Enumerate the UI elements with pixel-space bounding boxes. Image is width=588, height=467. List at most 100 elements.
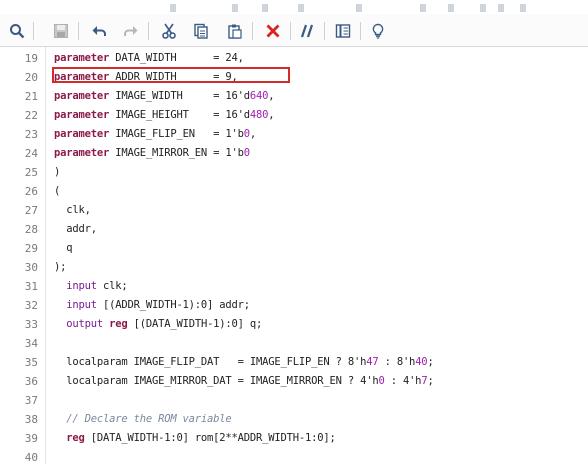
code-text: localparam IMAGE_MIRROR_DAT = IMAGE_MIRR… xyxy=(54,372,434,391)
code-token: , xyxy=(268,109,275,121)
columns-icon[interactable] xyxy=(332,20,354,42)
code-line[interactable]: 33 output reg [(DATA_WIDTH-1):0] q; xyxy=(0,315,588,334)
code-line[interactable]: 34 xyxy=(0,334,588,353)
code-token: DATA_WIDTH = 24, xyxy=(109,52,244,64)
code-line[interactable]: 21 parameter IMAGE_WIDTH = 16'd640, xyxy=(0,87,588,106)
code-token: localparam IMAGE_MIRROR_DAT = IMAGE_MIRR… xyxy=(54,375,379,387)
line-number: 36 xyxy=(24,375,38,388)
line-number: 22 xyxy=(24,109,38,122)
line-number: 26 xyxy=(24,185,38,198)
code-token: q xyxy=(54,242,73,254)
code-line[interactable]: 26 ( xyxy=(0,182,588,201)
toggle-comment-icon[interactable] xyxy=(297,20,319,42)
code-line[interactable]: 32 input [(ADDR_WIDTH-1):0] addr; xyxy=(0,296,588,315)
code-token: IMAGE_HEIGHT = 16'd xyxy=(109,109,250,121)
search-icon[interactable] xyxy=(6,20,28,42)
code-line[interactable]: 39 reg [DATA_WIDTH-1:0] rom[2**ADDR_WIDT… xyxy=(0,429,588,448)
code-token: [(ADDR_WIDTH-1):0] addr; xyxy=(96,299,250,311)
lightbulb-icon[interactable] xyxy=(367,20,389,42)
code-token: 40 xyxy=(415,356,428,368)
code-line[interactable]: 19 parameter DATA_WIDTH = 24, xyxy=(0,49,588,68)
code-token: ) xyxy=(54,166,61,178)
code-text: parameter IMAGE_MIRROR_EN = 1'b0 xyxy=(54,144,250,163)
code-text: ( xyxy=(54,182,60,201)
code-token: ( xyxy=(54,185,61,197)
cut-icon[interactable] xyxy=(158,20,180,42)
code-text: ) xyxy=(54,163,60,182)
code-line[interactable]: 40 xyxy=(0,448,588,467)
code-token: addr, xyxy=(54,223,97,235)
line-number: 40 xyxy=(24,451,38,464)
redo-icon[interactable] xyxy=(120,20,142,42)
window-title-strip xyxy=(0,0,588,14)
code-token: reg xyxy=(109,318,128,330)
code-token: parameter xyxy=(54,90,110,102)
code-token: 480 xyxy=(249,109,269,121)
code-text: output reg [(DATA_WIDTH-1):0] q; xyxy=(54,315,262,334)
code-text: parameter IMAGE_HEIGHT = 16'd480, xyxy=(54,106,275,125)
highlight-box xyxy=(52,67,290,83)
undo-icon[interactable] xyxy=(88,20,110,42)
code-text: input clk; xyxy=(54,277,127,296)
code-line[interactable]: 38 // Declare the ROM variable xyxy=(0,410,588,429)
line-number: 37 xyxy=(24,394,38,407)
code-token: [DATA_WIDTH-1:0] rom[2**ADDR_WIDTH-1:0]; xyxy=(84,432,336,444)
line-number: 35 xyxy=(24,356,38,369)
delete-icon[interactable] xyxy=(262,20,284,42)
editor-toolbar xyxy=(0,14,588,47)
line-number: 32 xyxy=(24,299,38,312)
code-text: input [(ADDR_WIDTH-1):0] addr; xyxy=(54,296,250,315)
line-number: 20 xyxy=(24,71,38,84)
code-line[interactable]: 25) xyxy=(0,163,588,182)
code-text: clk, xyxy=(54,201,91,220)
line-number: 30 xyxy=(24,261,38,274)
code-text: parameter IMAGE_FLIP_EN = 1'b0, xyxy=(54,125,256,144)
code-line[interactable]: 22 parameter IMAGE_HEIGHT = 16'd480, xyxy=(0,106,588,125)
code-line[interactable]: 30); xyxy=(0,258,588,277)
code-token: 0 xyxy=(243,147,250,159)
code-text: parameter IMAGE_WIDTH = 16'd640, xyxy=(54,87,275,106)
code-line[interactable]: 27 clk, xyxy=(0,201,588,220)
copy-icon[interactable] xyxy=(190,20,212,42)
save-icon[interactable] xyxy=(50,20,72,42)
code-token: 640 xyxy=(249,90,269,102)
code-token: 47 xyxy=(366,356,379,368)
code-text: parameter DATA_WIDTH = 24, xyxy=(54,49,244,68)
code-token: ; xyxy=(427,375,434,387)
code-token: ; xyxy=(427,356,434,368)
code-token: parameter xyxy=(54,52,110,64)
code-token: // Declare the ROM variable xyxy=(66,413,232,425)
code-token: input xyxy=(66,299,97,311)
code-text: addr, xyxy=(54,220,97,239)
line-number: 38 xyxy=(24,413,38,426)
line-number: 33 xyxy=(24,318,38,331)
paste-icon[interactable] xyxy=(224,20,246,42)
code-line[interactable]: 23 parameter IMAGE_FLIP_EN = 1'b0, xyxy=(0,125,588,144)
code-line[interactable]: 31 input clk; xyxy=(0,277,588,296)
code-token: ); xyxy=(54,261,67,273)
code-text: // Declare the ROM variable xyxy=(54,410,232,429)
code-token: localparam IMAGE_FLIP_DAT = IMAGE_FLIP_E… xyxy=(54,356,367,368)
code-line[interactable]: 29 q xyxy=(0,239,588,258)
line-number: 19 xyxy=(24,52,38,65)
code-line[interactable]: 37 xyxy=(0,391,588,410)
line-number: 31 xyxy=(24,280,38,293)
code-text: localparam IMAGE_FLIP_DAT = IMAGE_FLIP_E… xyxy=(54,353,434,372)
code-token: reg xyxy=(66,432,85,444)
line-number: 39 xyxy=(24,432,38,445)
line-number: 28 xyxy=(24,223,38,236)
code-text: reg [DATA_WIDTH-1:0] rom[2**ADDR_WIDTH-1… xyxy=(54,429,336,448)
code-token: input xyxy=(66,280,97,292)
code-line[interactable]: 28 addr, xyxy=(0,220,588,239)
code-text: ); xyxy=(54,258,66,277)
line-number: 21 xyxy=(24,90,38,103)
code-line[interactable]: 36 localparam IMAGE_MIRROR_DAT = IMAGE_M… xyxy=(0,372,588,391)
code-line[interactable]: 35 localparam IMAGE_FLIP_DAT = IMAGE_FLI… xyxy=(0,353,588,372)
code-line[interactable]: 24 parameter IMAGE_MIRROR_EN = 1'b0 xyxy=(0,144,588,163)
code-editor[interactable]: 19 parameter DATA_WIDTH = 24, 20 parameter … xyxy=(0,47,588,464)
code-token: [(DATA_WIDTH-1):0] q; xyxy=(127,318,263,330)
code-text: q xyxy=(54,239,72,258)
